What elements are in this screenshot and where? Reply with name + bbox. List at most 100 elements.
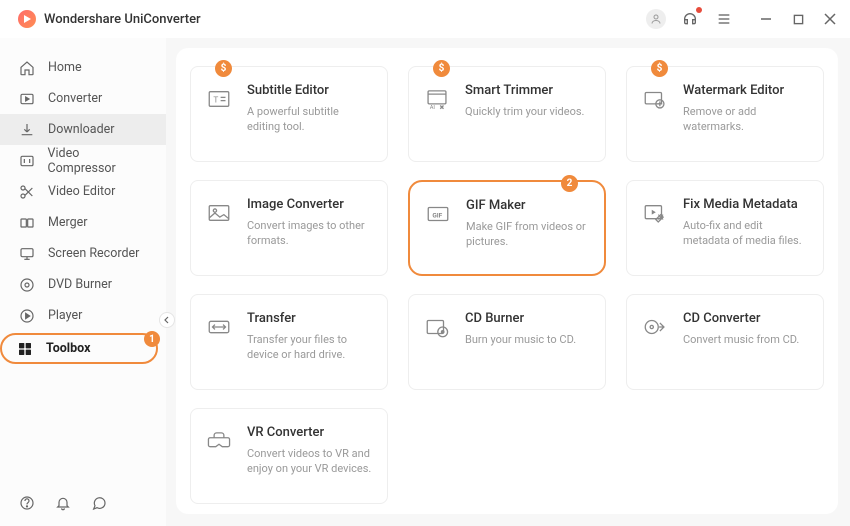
sidebar-label: Downloader [48, 122, 115, 137]
sidebar-item-downloader[interactable]: Downloader [0, 114, 166, 145]
close-icon[interactable] [820, 9, 840, 29]
tool-card-desc: A powerful subtitle editing tool. [247, 104, 373, 135]
tool-card-trimmer[interactable]: $AISmart TrimmerQuickly trim your videos… [408, 66, 606, 162]
bell-icon[interactable] [54, 494, 72, 512]
tool-card-subtitle[interactable]: $TSubtitle EditorA powerful subtitle edi… [190, 66, 388, 162]
tool-card-text: VR Converter Convert videos to VR and enj… [247, 425, 373, 477]
cdburn-icon [423, 313, 451, 341]
tool-card-title: Fix Media Metadata [683, 197, 809, 212]
sidebar-item-compressor[interactable]: Video Compressor [0, 145, 166, 176]
player-icon [18, 307, 36, 325]
sidebar-label: Toolbox [46, 341, 90, 356]
sidebar-item-toolbox[interactable]: Toolbox 1 [0, 333, 158, 364]
tool-card-text: Subtitle Editor A powerful subtitle editi… [247, 83, 373, 135]
tool-card-text: CD Burner Burn your music to CD. [465, 311, 591, 347]
app-logo [18, 10, 36, 28]
subtitle-icon: T [205, 85, 233, 113]
minimize-icon[interactable] [756, 9, 776, 29]
avatar-icon[interactable] [646, 9, 666, 29]
tool-card-watermark[interactable]: $Watermark EditorRemove or add watermark… [626, 66, 824, 162]
tool-card-text: Transfer Transfer your files to device or… [247, 311, 373, 363]
sidebar-label: Screen Recorder [48, 246, 139, 261]
sidebar-item-home[interactable]: Home [0, 52, 166, 83]
tool-card-vr[interactable]: VR Converter Convert videos to VR and enj… [190, 408, 388, 504]
tool-card-metadata[interactable]: Fix Media MetadataAuto-fix and edit meta… [626, 180, 824, 276]
app-title: Wondershare UniConverter [44, 12, 201, 27]
tool-card-text: Fix Media MetadataAuto-fix and edit meta… [683, 197, 809, 249]
metadata-icon [641, 199, 669, 227]
sidebar-item-converter[interactable]: Converter [0, 83, 166, 114]
tool-card-text: Watermark Editor Remove or add watermarks… [683, 83, 809, 135]
tool-card-title: Smart Trimmer [465, 83, 591, 98]
dollar-badge: $ [215, 60, 232, 77]
help-icon[interactable] [18, 494, 36, 512]
sidebar-label: Merger [48, 215, 88, 230]
tool-card-desc: Remove or add watermarks. [683, 104, 809, 135]
tool-card-gif[interactable]: 2GIFGIF MakerMake GIF from videos or pic… [408, 180, 606, 276]
maximize-icon[interactable] [788, 9, 808, 29]
sidebar-item-merger[interactable]: Merger [0, 207, 166, 238]
feedback-icon[interactable] [90, 494, 108, 512]
sidebar-item-player[interactable]: Player [0, 300, 166, 331]
tool-card-title: Image Converter [247, 197, 373, 212]
sidebar-label: Video Compressor [48, 146, 148, 176]
tool-card-desc: Transfer your files to device or hard dr… [247, 332, 373, 363]
tool-card-desc: Make GIF from videos or pictures. [466, 219, 590, 250]
main-area: $ T Subtitle Editor A powerful subtitle edi… [166, 38, 850, 526]
tool-card-text: Smart Trimmer Quickly trim your videos. [465, 83, 591, 119]
sidebar-badge: 1 [144, 331, 160, 347]
tool-card-text: CD ConverterConvert music from CD. [683, 311, 809, 347]
tool-card-imageconv[interactable]: Image Converter Convert images to other f… [190, 180, 388, 276]
tool-card-title: Transfer [247, 311, 373, 326]
scissors-icon [18, 183, 36, 201]
menu-icon[interactable] [714, 9, 734, 29]
sidebar-label: Home [48, 60, 82, 75]
dollar-badge: $ [651, 60, 668, 77]
tool-card-title: VR Converter [247, 425, 373, 440]
dollar-badge: $ [433, 60, 450, 77]
sidebar-item-recorder[interactable]: Screen Recorder [0, 238, 166, 269]
notification-dot [696, 7, 702, 13]
tool-card-desc: Convert images to other formats. [247, 218, 373, 249]
tool-card-desc: Convert videos to VR and enjoy on your V… [247, 446, 373, 477]
spacer [0, 366, 166, 480]
vr-icon [205, 427, 233, 455]
gif-icon: GIF [424, 200, 452, 228]
tool-card-title: Watermark Editor [683, 83, 809, 98]
compressor-icon [18, 152, 36, 170]
tool-card-desc: Burn your music to CD. [465, 332, 591, 347]
number-badge: 2 [561, 175, 578, 192]
support-icon[interactable] [680, 9, 700, 29]
app-body: Home Converter Downloader Video Compress… [0, 38, 850, 526]
tool-card-title: Subtitle Editor [247, 83, 373, 98]
titlebar-left: Wondershare UniConverter [18, 10, 201, 28]
tool-card-cdburn[interactable]: CD Burner Burn your music to CD. [408, 294, 606, 390]
main-panel: $ T Subtitle Editor A powerful subtitle edi… [176, 48, 838, 514]
sidebar: Home Converter Downloader Video Compress… [0, 38, 166, 526]
trimmer-icon: AI [423, 85, 451, 113]
sidebar-bottom [0, 480, 166, 526]
tool-card-cdconv[interactable]: CD ConverterConvert music from CD. [626, 294, 824, 390]
tool-card-text: GIF MakerMake GIF from videos or picture… [466, 198, 590, 250]
svg-text:GIF: GIF [432, 211, 442, 219]
tool-card-desc: Quickly trim your videos. [465, 104, 591, 119]
tool-card-transfer[interactable]: Transfer Transfer your files to device or… [190, 294, 388, 390]
titlebar-right [646, 9, 840, 29]
recorder-icon [18, 245, 36, 263]
transfer-icon [205, 313, 233, 341]
dvd-icon [18, 276, 36, 294]
window-controls [756, 9, 840, 29]
home-icon [18, 59, 36, 77]
tool-grid: $TSubtitle EditorA powerful subtitle edi… [190, 66, 824, 504]
watermark-icon [641, 85, 669, 113]
collapse-sidebar-button[interactable] [159, 312, 175, 328]
tool-card-title: CD Burner [465, 311, 591, 326]
tool-card-desc: Convert music from CD. [683, 332, 809, 347]
sidebar-item-dvd[interactable]: DVD Burner [0, 269, 166, 300]
tool-card-text: Image Converter Convert images to other f… [247, 197, 373, 249]
svg-text:AI: AI [430, 105, 436, 111]
sidebar-item-editor[interactable]: Video Editor [0, 176, 166, 207]
sidebar-label: Converter [48, 91, 102, 106]
sidebar-label: Video Editor [48, 184, 115, 199]
titlebar: Wondershare UniConverter [0, 0, 850, 38]
